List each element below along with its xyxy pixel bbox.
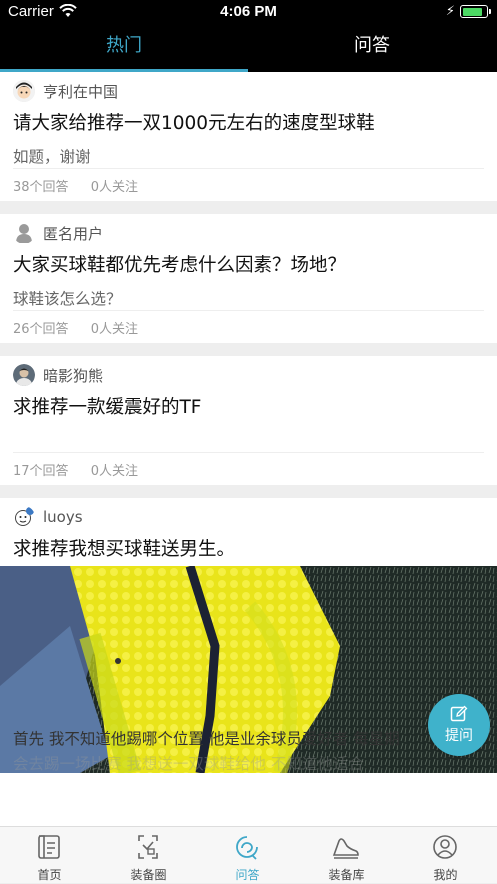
nav-label: 装备圈 <box>130 868 167 882</box>
question-author: 匿名用户 <box>13 222 103 244</box>
answer-count: 38个回答 <box>13 180 69 195</box>
question-card[interactable]: luoys 求推荐我想买球鞋送男生。 首先 我不知道他踢哪个位置 他是业余球员爱… <box>0 498 497 828</box>
question-card[interactable]: 匿名用户 大家买球鞋都优先考虑什么因素？场地？ 球鞋该怎么选？ 26个回答 0人… <box>0 214 497 343</box>
gear-circle-icon <box>138 835 158 859</box>
question-stats: 17个回答 0人关注 <box>13 460 156 479</box>
clock: 4:06 PM <box>220 3 277 20</box>
follower-count: 0人关注 <box>90 464 138 479</box>
tab-qa[interactable]: 问答 <box>248 26 496 72</box>
follower-count: 0人关注 <box>90 322 138 337</box>
question-author: 暗影狗熊 <box>13 364 103 386</box>
charging-icon: ⚡ <box>445 4 455 19</box>
boy-avatar-icon <box>13 80 35 102</box>
nav-label: 首页 <box>37 868 62 882</box>
answer-count: 26个回答 <box>13 322 69 337</box>
edit-icon <box>450 705 468 722</box>
question-stats: 26个回答 0人关注 <box>13 318 156 337</box>
author-name[interactable]: 匿名用户 <box>43 223 103 244</box>
author-name[interactable]: 亨利在中国 <box>43 81 118 102</box>
divider <box>13 310 484 311</box>
nav-label: 问答 <box>235 868 260 882</box>
author-name[interactable]: 暗影狗熊 <box>43 365 103 386</box>
status-bar: Carrier 4:06 PM ⚡ <box>0 0 497 26</box>
author-name[interactable]: luoys <box>43 508 83 526</box>
home-icon <box>38 835 60 859</box>
question-description: 如题，谢谢 <box>13 148 91 166</box>
ask-question-button[interactable]: 提问 <box>428 694 490 756</box>
question-description: 球鞋该怎么选？ <box>13 290 122 308</box>
battery-icon <box>460 5 491 18</box>
top-tab-bar: 热门 问答 <box>0 26 497 72</box>
divider <box>13 452 484 453</box>
divider <box>13 168 484 169</box>
tab-hot[interactable]: 热门 <box>0 26 248 72</box>
answer-excerpt: 首先 我不知道他踢哪个位置 他是业余球员爱好者 每星期 <box>13 730 400 748</box>
nav-gear-library[interactable]: 装备库 <box>297 827 396 884</box>
answer-count: 17个回答 <box>13 464 69 479</box>
bottom-nav: 首页 装备圈 问答 装备库 我的 <box>0 826 497 883</box>
nav-label: 装备库 <box>328 868 365 882</box>
follower-count: 0人关注 <box>90 180 138 195</box>
nav-gear-circle[interactable]: 装备圈 <box>99 827 198 884</box>
question-author: luoys <box>13 506 83 528</box>
question-title[interactable]: 求推荐一款缓震好的TF <box>13 393 201 419</box>
answer-excerpt-cut: 会去踢一场比赛 我想送一双球鞋给他 不知道他适合 <box>13 755 364 773</box>
player-avatar-icon <box>13 364 35 386</box>
question-title[interactable]: 大家买球鞋都优先考虑什么因素？场地？ <box>13 251 346 277</box>
question-title[interactable]: 请大家给推荐一双1000元左右的速度型球鞋 <box>13 109 375 135</box>
anonymous-user-icon <box>13 222 35 244</box>
nav-qa[interactable]: 问答 <box>198 827 297 884</box>
question-title[interactable]: 求推荐我想买球鞋送男生。 <box>13 535 235 561</box>
question-stats: 38个回答 0人关注 <box>13 176 156 195</box>
ask-label: 提问 <box>445 728 473 744</box>
cartoon-avatar-icon <box>13 506 35 528</box>
qa-icon <box>236 836 258 860</box>
nav-label: 我的 <box>433 868 458 882</box>
shoe-icon <box>332 838 359 859</box>
nav-home[interactable]: 首页 <box>0 827 99 884</box>
question-card[interactable]: 暗影狗熊 求推荐一款缓震好的TF 17个回答 0人关注 <box>0 356 497 485</box>
question-card[interactable]: 亨利在中国 请大家给推荐一双1000元左右的速度型球鞋 如题，谢谢 38个回答 … <box>0 72 497 201</box>
question-author: 亨利在中国 <box>13 80 118 102</box>
nav-profile[interactable]: 我的 <box>396 827 495 884</box>
profile-icon <box>433 835 457 859</box>
